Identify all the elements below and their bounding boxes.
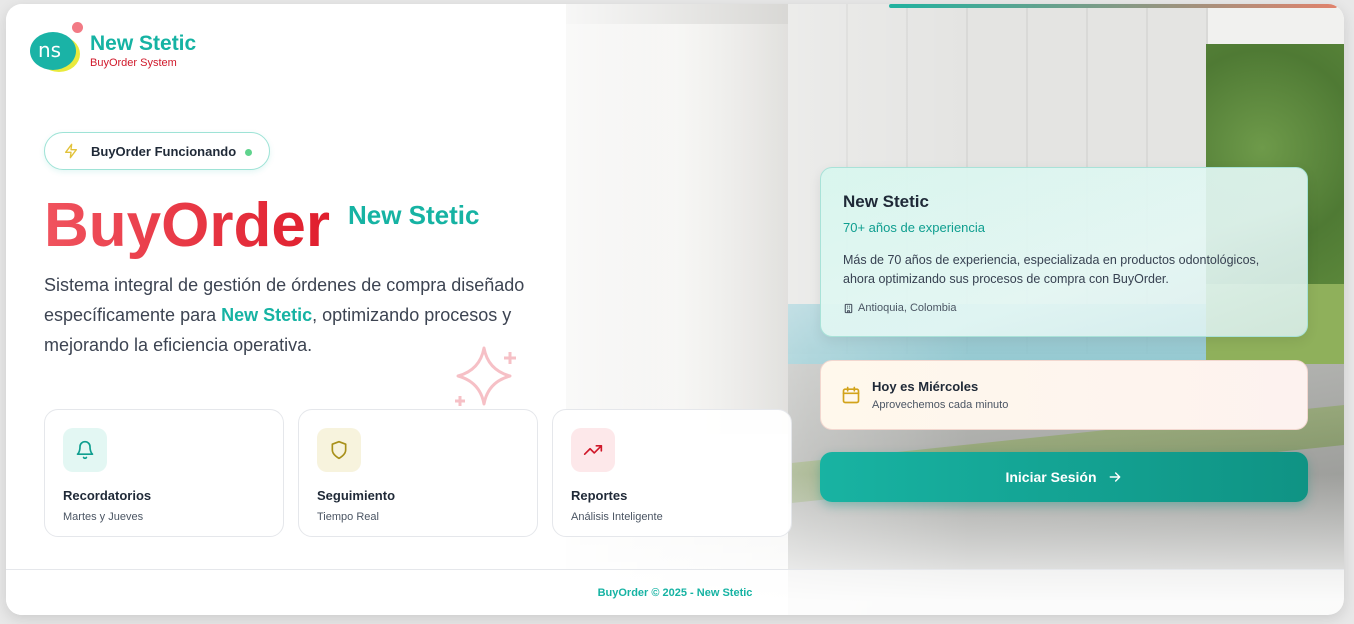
feature-subtitle: Tiempo Real xyxy=(317,511,379,523)
status-indicator-dot xyxy=(245,149,252,156)
logo-mark-text: ns xyxy=(38,38,62,62)
feature-card-reportes: Reportes Análisis Inteligente xyxy=(552,409,792,537)
bell-icon xyxy=(63,428,107,472)
sparkle-icon xyxy=(455,346,516,406)
status-pill-label: BuyOrder Funcionando xyxy=(91,143,237,159)
logo-mark: ns xyxy=(28,22,83,76)
shield-icon xyxy=(317,428,361,472)
trending-up-icon xyxy=(571,428,615,472)
company-years: 70+ años de experiencia xyxy=(843,220,986,235)
hero-description-highlight: New Stetic xyxy=(221,305,313,325)
day-card: Hoy es Miércoles Aprovechemos cada minut… xyxy=(820,360,1308,430)
company-location-label: Antioquia, Colombia xyxy=(858,302,957,314)
hero-title: BuyOrder xyxy=(44,191,330,260)
brand-logo: ns New Stetic BuyOrder System xyxy=(28,22,197,76)
brand-name: New Stetic xyxy=(90,32,197,55)
building-icon xyxy=(844,303,853,313)
feature-subtitle: Martes y Jueves xyxy=(63,511,144,523)
feature-card-recordatorios: Recordatorios Martes y Jueves xyxy=(44,409,284,537)
calendar-icon xyxy=(842,386,860,404)
feature-subtitle: Análisis Inteligente xyxy=(571,511,663,523)
top-accent-line xyxy=(889,4,1337,8)
company-info-card: New Stetic 70+ años de experiencia Más d… xyxy=(820,167,1308,337)
hero-headline: BuyOrder New Stetic xyxy=(44,190,479,262)
feature-title: Seguimiento xyxy=(317,488,396,503)
status-pill: BuyOrder Funcionando xyxy=(44,132,270,170)
arrow-right-icon xyxy=(1109,472,1120,482)
lightning-icon xyxy=(65,143,77,159)
company-title: New Stetic xyxy=(843,192,929,211)
day-subtitle: Aprovechemos cada minuto xyxy=(872,399,1009,411)
footer-text: BuyOrder © 2025 - New Stetic xyxy=(597,586,753,599)
brand-subtitle: BuyOrder System xyxy=(90,57,177,69)
feature-card-seguimiento: Seguimiento Tiempo Real xyxy=(298,409,538,537)
feature-title: Reportes xyxy=(571,488,628,503)
company-location: Antioquia, Colombia xyxy=(843,302,956,314)
login-button[interactable]: Iniciar Sesión xyxy=(820,452,1308,502)
day-title: Hoy es Miércoles xyxy=(872,379,979,394)
company-body: Más de 70 años de experiencia, especiali… xyxy=(843,253,1260,286)
hero-title-tag: New Stetic xyxy=(347,200,480,230)
feature-title: Recordatorios xyxy=(63,488,152,503)
page-frame: ns New Stetic BuyOrder System BuyOrder F… xyxy=(6,4,1344,615)
footer: BuyOrder © 2025 - New Stetic xyxy=(6,569,1344,615)
login-button-label: Iniciar Sesión xyxy=(1005,469,1097,485)
